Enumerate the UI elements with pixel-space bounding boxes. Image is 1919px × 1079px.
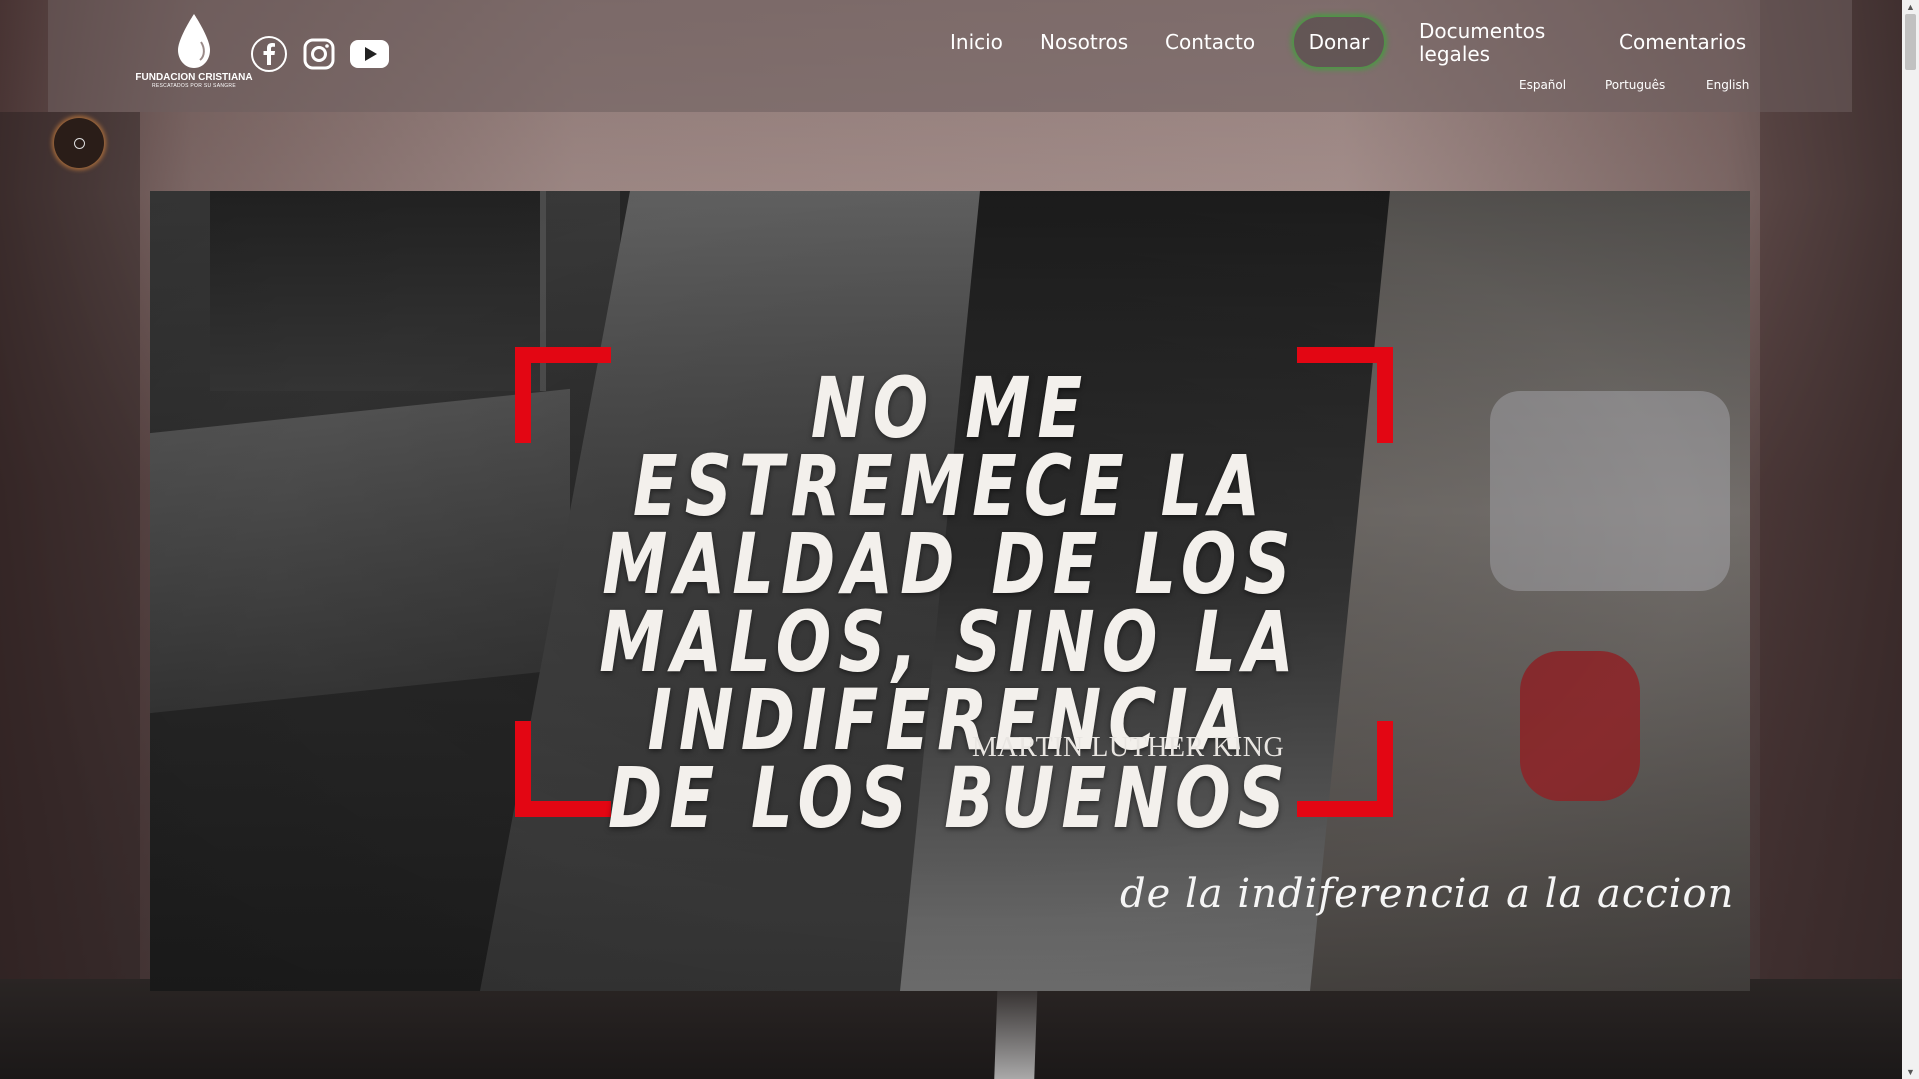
hero-quote: NO ME ESTREMECE LA MALDAD DE LOS MALOS, … bbox=[599, 359, 1301, 847]
instagram-glyph bbox=[303, 38, 335, 70]
language-spanish[interactable]: Español bbox=[1519, 78, 1566, 92]
instagram-icon[interactable] bbox=[302, 37, 336, 71]
nav-inicio[interactable]: Inicio bbox=[950, 30, 1003, 54]
hero-tagline: de la indiferencia a la accion bbox=[1120, 871, 1735, 917]
facebook-glyph bbox=[263, 43, 275, 65]
donate-button[interactable]: Donar bbox=[1294, 17, 1384, 67]
site-logo[interactable]: FUNDACION CRISTIANA RESCATADOS POR SU SA… bbox=[135, 12, 253, 100]
language-english[interactable]: English bbox=[1706, 78, 1749, 92]
scroll-up-arrow-icon[interactable]: ▲ bbox=[1902, 0, 1919, 14]
drop-icon bbox=[178, 14, 210, 68]
page: FUNDACION CRISTIANA RESCATADOS POR SU SA… bbox=[0, 0, 1919, 1079]
nav-comentarios[interactable]: Comentarios bbox=[1619, 30, 1746, 54]
logo-subtitle: RESCATADOS POR SU SANGRE bbox=[152, 83, 236, 89]
page-scrollbar[interactable]: ▲ ▼ bbox=[1902, 0, 1919, 1079]
nav-contacto[interactable]: Contacto bbox=[1165, 30, 1255, 54]
background-lane-marking bbox=[994, 979, 1038, 1079]
scroll-down-arrow-icon[interactable]: ▼ bbox=[1902, 1065, 1919, 1079]
background-building bbox=[0, 112, 140, 992]
circle-icon bbox=[73, 137, 85, 149]
donate-button-label: Donar bbox=[1308, 30, 1370, 54]
background-building bbox=[1760, 0, 1919, 1000]
hero-banner: NO ME ESTREMECE LA MALDAD DE LOS MALOS, … bbox=[150, 191, 1750, 991]
background-road bbox=[0, 979, 1919, 1079]
quote-author: MARTIN LUTHER KING bbox=[972, 732, 1285, 763]
nav-nosotros[interactable]: Nosotros bbox=[1040, 30, 1128, 54]
facebook-icon[interactable] bbox=[251, 36, 287, 72]
nav-documentos-legales[interactable]: Documentos legales bbox=[1419, 20, 1569, 66]
logo-name: FUNDACION CRISTIANA bbox=[135, 72, 253, 83]
scrollbar-thumb[interactable] bbox=[1905, 14, 1916, 70]
play-glyph bbox=[364, 47, 377, 61]
youtube-icon[interactable] bbox=[350, 40, 389, 68]
accessibility-toggle-button[interactable] bbox=[54, 118, 104, 168]
language-portuguese[interactable]: Português bbox=[1605, 78, 1665, 92]
